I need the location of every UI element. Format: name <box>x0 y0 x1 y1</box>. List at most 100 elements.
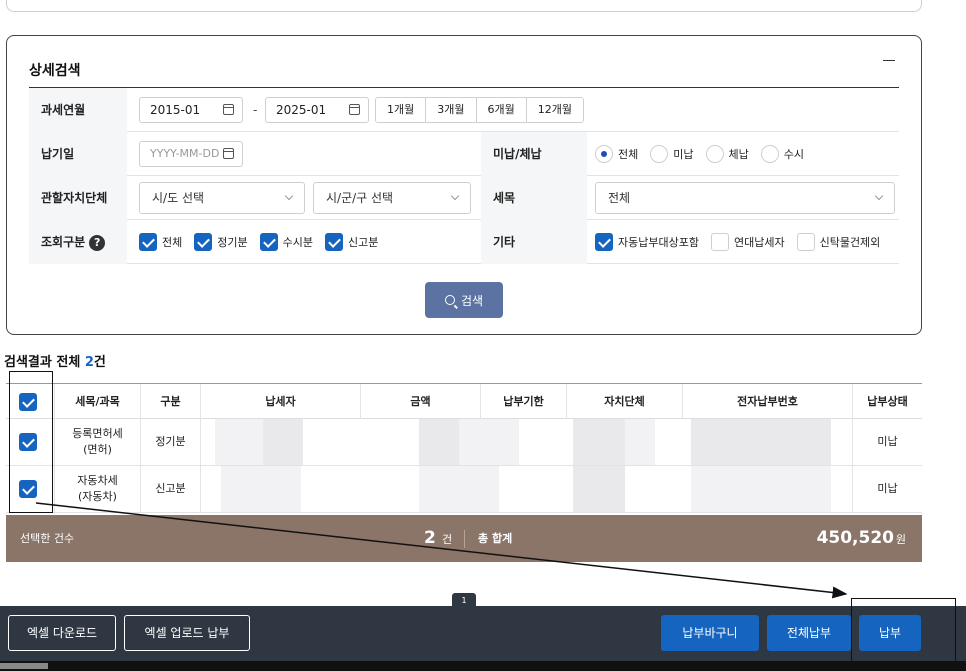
highlight-pay-button-box <box>851 598 956 668</box>
end-month-value: 2025-01 <box>276 103 327 117</box>
type-cell: 신고분 <box>140 466 200 512</box>
query-type-regular[interactable]: 정기분 <box>194 233 248 251</box>
excel-download-button[interactable]: 엑셀 다운로드 <box>8 615 116 651</box>
header-authority: 자치단체 <box>566 384 682 419</box>
checkbox-checked-icon[interactable] <box>139 233 157 251</box>
header-pay-status: 납부상태 <box>852 384 922 419</box>
result-count-title: 검색결과 전체 2건 <box>4 355 106 370</box>
previous-card-edge <box>6 0 922 12</box>
radio-icon[interactable] <box>650 145 669 163</box>
period-6-month-button[interactable]: 6개월 <box>476 98 527 122</box>
help-icon[interactable]: ? <box>89 234 106 251</box>
selected-count-unit: 건 <box>442 533 453 546</box>
period-label: 과세연월 <box>29 88 127 132</box>
etc-joint-taxpayer[interactable]: 연대납세자 <box>710 233 785 251</box>
chevron-down-icon <box>284 191 294 201</box>
due-date-input[interactable]: YYYY-MM-DD <box>139 141 243 167</box>
query-type-checks: 전체 정기분 수시분 신고분 <box>139 220 390 264</box>
total-sum-value: 450,520 <box>816 528 894 548</box>
query-type-label: 조회구분? <box>29 220 127 264</box>
chevron-down-icon <box>450 191 460 201</box>
arrears-option-delinquent[interactable]: 체납 <box>705 145 749 163</box>
chevron-down-icon <box>874 191 884 201</box>
total-sum-label: 총 합계 <box>478 532 513 545</box>
checkbox-checked-icon[interactable] <box>325 233 343 251</box>
result-table: 세목/과목 구분 납세자 금액 납부기한 자치단체 전자납부번호 납부상태 등록… <box>6 383 922 513</box>
due-date-placeholder: YYYY-MM-DD <box>150 147 220 160</box>
radio-icon[interactable] <box>705 145 724 163</box>
collapse-minus-icon[interactable] <box>881 50 897 70</box>
row-query-type: 조회구분? 전체 정기분 수시분 신고분 기타 자동납부대상포함 연대납세자 신… <box>29 220 899 264</box>
calendar-icon[interactable] <box>223 148 234 159</box>
period-12-month-button[interactable]: 12개월 <box>526 98 583 122</box>
search-button[interactable]: 검색 <box>425 282 503 318</box>
arrears-radio-group: 전체 미납 체납 수시 <box>595 132 816 176</box>
pay-all-button[interactable]: 전체납부 <box>767 615 851 651</box>
tax-item-cell: 등록면허세 (면허) <box>54 419 140 465</box>
arrears-label: 미납/체납 <box>481 132 587 176</box>
selected-count-label: 선택한 건수 <box>20 532 75 545</box>
arrears-option-occasional[interactable]: 수시 <box>760 145 804 163</box>
table-header: 세목/과목 구분 납세자 금액 납부기한 자치단체 전자납부번호 납부상태 <box>6 383 922 419</box>
sigungu-select[interactable]: 시/군/구 선택 <box>313 182 471 214</box>
highlight-checkbox-column-box <box>9 371 53 513</box>
checkbox-icon[interactable] <box>796 233 815 251</box>
total-divider <box>464 530 465 548</box>
query-type-occasional[interactable]: 수시분 <box>259 233 313 251</box>
start-month-value: 2015-01 <box>150 103 201 117</box>
selected-count-value: 2 <box>424 528 436 548</box>
due-date-label: 납기일 <box>29 132 127 176</box>
row-authority: 관할자치단체 시/도 선택 시/군/구 선택 세목 전체 <box>29 176 899 220</box>
checkbox-icon[interactable] <box>710 233 729 251</box>
calendar-icon[interactable] <box>223 104 234 115</box>
period-1-month-button[interactable]: 1개월 <box>376 98 427 122</box>
search-icon <box>444 295 455 305</box>
header-taxpayer: 납세자 <box>200 384 360 419</box>
type-cell: 정기분 <box>140 419 200 465</box>
etc-checks: 자동납부대상포함 연대납세자 신탁물건제외 <box>595 220 892 264</box>
detail-search-panel: 상세검색 과세연월 2015-01 - 2025-01 1개월 3개월 6개월 … <box>6 35 922 335</box>
period-separator: - <box>253 103 258 117</box>
period-3-month-button[interactable]: 3개월 <box>426 98 477 122</box>
start-month-input[interactable]: 2015-01 <box>139 97 243 123</box>
redacted-cells <box>200 419 852 465</box>
tax-item-cell: 자동차세 (자동차) <box>54 466 140 512</box>
bottom-action-bar: 엑셀 다운로드 엑셀 업로드 납부 납부바구니 전체납부 납부 <box>0 606 966 671</box>
header-epay-number: 전자납부번호 <box>682 384 852 419</box>
pay-status-cell: 미납 <box>852 466 922 512</box>
header-due-date: 납부기한 <box>480 384 566 419</box>
table-row[interactable]: 자동차세 (자동차) 신고분 미납 <box>6 466 922 513</box>
checkbox-checked-icon[interactable] <box>259 233 278 251</box>
header-type: 구분 <box>140 384 200 419</box>
redacted-cells <box>200 466 852 512</box>
pay-status-cell: 미납 <box>852 419 922 465</box>
etc-label: 기타 <box>481 220 587 264</box>
authority-label: 관할자치단체 <box>29 176 127 220</box>
radio-selected-icon[interactable] <box>595 145 613 163</box>
etc-auto-pay[interactable]: 자동납부대상포함 <box>595 233 699 251</box>
query-type-all[interactable]: 전체 <box>139 233 182 251</box>
row-due-date: 납기일 YYYY-MM-DD 미납/체납 전체 미납 체납 수시 <box>29 132 899 176</box>
tax-item-select[interactable]: 전체 <box>595 182 895 214</box>
quick-period-group: 1개월 3개월 6개월 12개월 <box>375 97 584 123</box>
payment-cart-button[interactable]: 납부바구니 <box>661 615 759 651</box>
scroll-track <box>0 661 966 671</box>
arrears-option-all[interactable]: 전체 <box>595 145 638 163</box>
excel-upload-pay-button[interactable]: 엑셀 업로드 납부 <box>124 615 250 651</box>
table-row[interactable]: 등록면허세 (면허) 정기분 미납 <box>6 419 922 466</box>
radio-icon[interactable] <box>760 145 779 163</box>
checkbox-checked-icon[interactable] <box>595 233 613 251</box>
checkbox-checked-icon[interactable] <box>194 233 213 251</box>
end-month-input[interactable]: 2025-01 <box>265 97 369 123</box>
query-type-reported[interactable]: 신고분 <box>325 233 378 251</box>
row-period: 과세연월 2015-01 - 2025-01 1개월 3개월 6개월 12개월 <box>29 88 899 132</box>
tax-item-label: 세목 <box>481 176 587 220</box>
etc-exclude-trust[interactable]: 신탁물건제외 <box>796 233 880 251</box>
header-amount: 금액 <box>360 384 480 419</box>
sido-select[interactable]: 시/도 선택 <box>139 182 305 214</box>
arrears-option-unpaid[interactable]: 미납 <box>650 145 694 163</box>
total-sum-unit: 원 <box>895 533 906 546</box>
page-number-tab[interactable]: 1 <box>452 593 476 607</box>
calendar-icon[interactable] <box>349 104 360 115</box>
header-tax-item: 세목/과목 <box>54 384 140 419</box>
